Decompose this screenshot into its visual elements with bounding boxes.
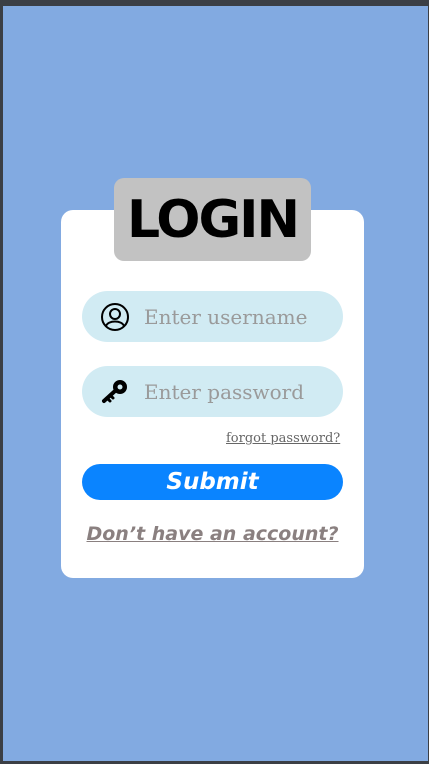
title-box: LOGIN [114, 178, 311, 261]
username-field[interactable] [82, 291, 343, 342]
password-input[interactable] [144, 379, 334, 404]
key-icon [102, 379, 127, 403]
forgot-password-link[interactable]: forgot password? [226, 431, 340, 446]
page-title: LOGIN [126, 189, 300, 250]
signup-link[interactable]: Don’t have an account? [82, 523, 343, 545]
password-field[interactable] [82, 366, 343, 417]
user-icon [101, 302, 129, 331]
submit-button[interactable]: Submit [82, 464, 343, 500]
username-input[interactable] [144, 304, 334, 329]
